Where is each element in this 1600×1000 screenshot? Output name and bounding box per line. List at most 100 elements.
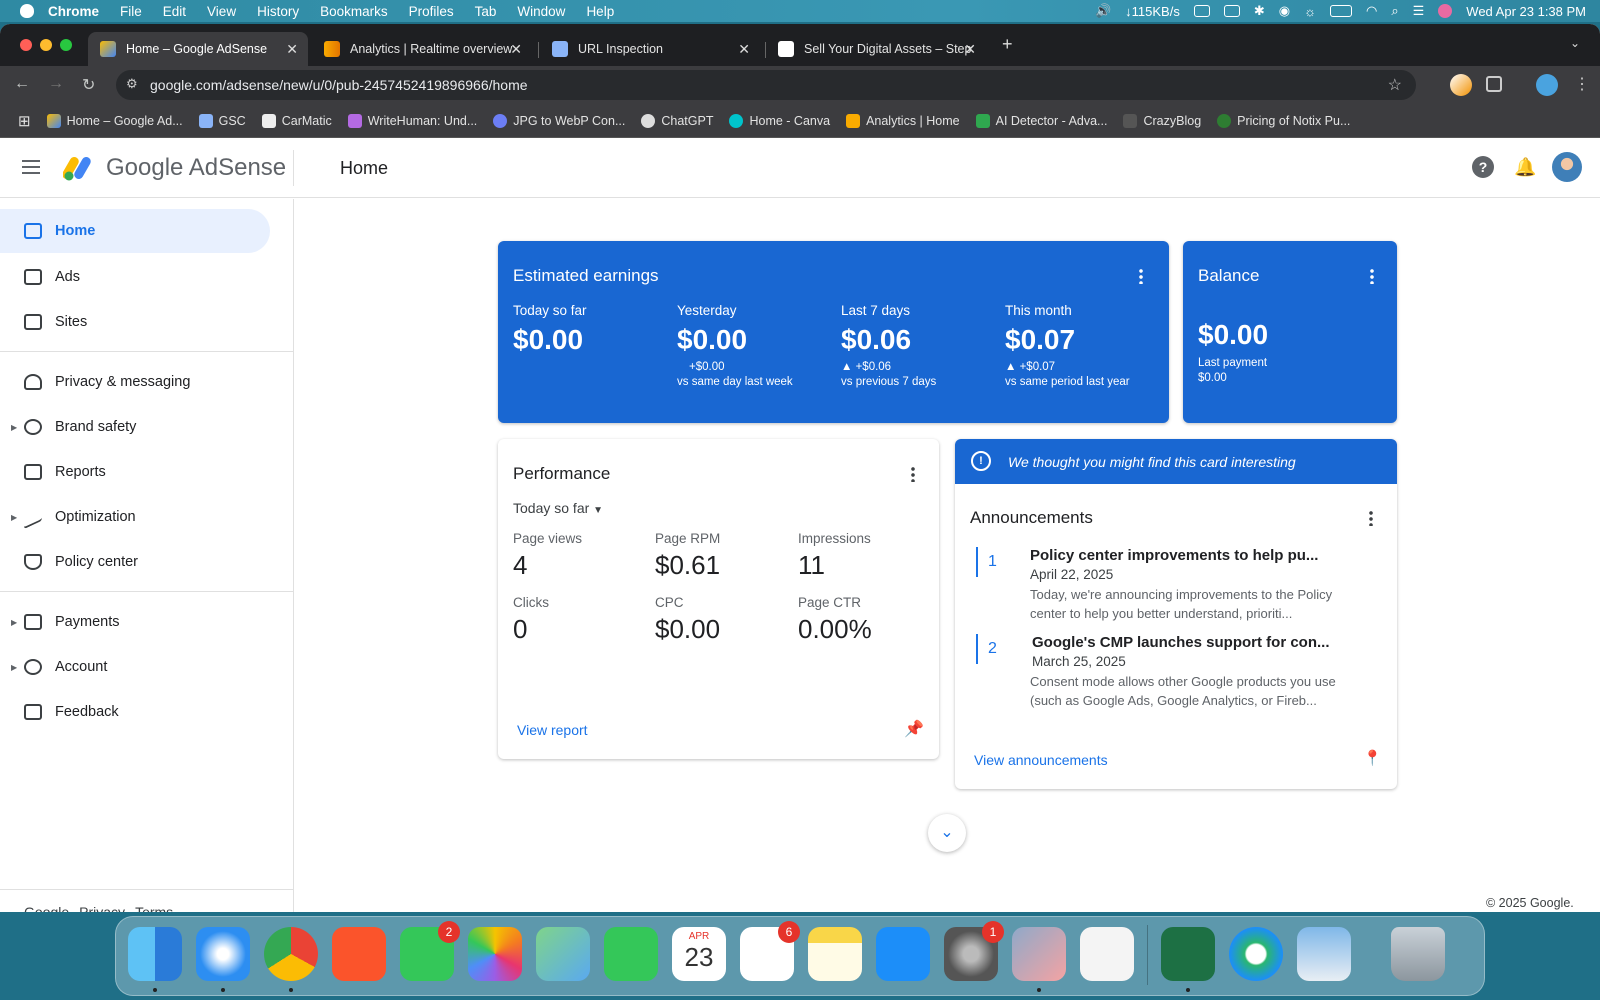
excel-icon[interactable] (1161, 927, 1215, 981)
find-my-icon[interactable] (1229, 927, 1283, 981)
finder-icon[interactable] (128, 927, 182, 981)
expand-arrow-icon[interactable]: ▶ (11, 423, 17, 432)
menu-bookmarks[interactable]: Bookmarks (320, 4, 388, 19)
siri-icon[interactable] (1438, 4, 1453, 18)
sidebar-item-home[interactable]: Home (0, 209, 270, 253)
site-info-icon[interactable]: ⚙ (126, 76, 138, 92)
iphone-mirroring-icon[interactable] (1012, 927, 1066, 981)
announcement-title[interactable]: Policy center improvements to help pu... (1030, 547, 1318, 564)
close-window-button[interactable] (20, 39, 32, 51)
trash-icon[interactable] (1391, 927, 1445, 981)
back-icon[interactable]: ← (14, 75, 30, 93)
photos-icon[interactable] (468, 927, 522, 981)
notifications-bell-icon[interactable]: 🔔 (1514, 156, 1536, 178)
close-tab-icon[interactable]: ✕ (738, 41, 750, 58)
chrome-menu-icon[interactable]: ⋮ (1574, 74, 1590, 94)
notes-icon[interactable] (808, 927, 862, 981)
announcement-title[interactable]: Google's CMP launches support for con... (1032, 634, 1330, 651)
more-options-icon[interactable] (1139, 268, 1143, 284)
sidebar-item-optimization[interactable]: ▶ Optimization (0, 495, 270, 539)
bookmark-item[interactable]: Pricing of Notix Pu... (1217, 113, 1350, 128)
forward-icon[interactable]: → (48, 75, 64, 93)
textedit-icon[interactable] (1080, 927, 1134, 981)
wifi-icon[interactable]: ◠ (1366, 3, 1377, 19)
chrome-icon[interactable] (264, 927, 318, 981)
more-options-icon[interactable] (1369, 510, 1373, 526)
zoom-window-button[interactable] (60, 39, 72, 51)
sidebar-item-privacy-messaging[interactable]: Privacy & messaging (0, 360, 270, 404)
maps-icon[interactable] (536, 927, 590, 981)
sidebar-item-policy-center[interactable]: Policy center (0, 540, 270, 584)
help-icon[interactable]: ? (1472, 156, 1494, 178)
more-options-icon[interactable] (1370, 268, 1374, 284)
bookmark-item[interactable]: Home - Canva (729, 113, 830, 128)
bookmark-item[interactable]: GSC (198, 113, 246, 128)
sidebar-item-feedback[interactable]: Feedback (0, 690, 270, 734)
bookmark-item[interactable]: AI Detector - Adva... (975, 113, 1107, 128)
keyboard-icon[interactable] (1223, 5, 1240, 17)
bookmark-item[interactable]: Analytics | Home (846, 113, 960, 128)
battery-icon[interactable] (1330, 5, 1352, 17)
menu-hamburger-icon[interactable] (22, 160, 40, 174)
minimize-window-button[interactable] (40, 39, 52, 51)
terms-link[interactable]: Terms (135, 904, 173, 912)
tab-adsense-home[interactable]: Home – Google AdSense ✕ (88, 32, 308, 66)
bookmark-item[interactable]: JPG to WebP Con... (493, 113, 625, 128)
reload-icon[interactable]: ↻ (82, 75, 95, 95)
extension-icon[interactable] (1450, 74, 1472, 96)
close-tab-icon[interactable]: ✕ (510, 41, 522, 58)
menu-help[interactable]: Help (586, 4, 614, 19)
apple-icon[interactable] (20, 4, 34, 18)
tab-url-inspection[interactable]: URL Inspection ✕ (540, 32, 760, 66)
menu-file[interactable]: File (120, 4, 142, 19)
scroll-down-button[interactable]: ⌄ (928, 814, 966, 852)
preview-icon[interactable] (1297, 927, 1351, 981)
sidebar-item-reports[interactable]: Reports (0, 450, 270, 494)
close-tab-icon[interactable]: ✕ (964, 41, 976, 58)
bookmark-item[interactable]: WriteHuman: Und... (347, 113, 477, 128)
sidebar-item-payments[interactable]: ▶ Payments (0, 600, 270, 644)
menu-view[interactable]: View (207, 4, 236, 19)
close-tab-icon[interactable]: ✕ (286, 41, 298, 58)
spotlight-search-icon[interactable]: ⌕ (1391, 3, 1398, 19)
bluetooth-icon[interactable]: ✱ (1254, 3, 1265, 19)
menu-edit[interactable]: Edit (163, 4, 186, 19)
calendar-icon[interactable]: APR 23 (672, 927, 726, 981)
tab-sell-digital-assets[interactable]: Sell Your Digital Assets – Step ✕ (766, 32, 986, 66)
apps-grid-icon[interactable]: ⊞ (18, 112, 31, 130)
app-store-icon[interactable] (876, 927, 930, 981)
menu-clock[interactable]: Wed Apr 23 1:38 PM (1466, 4, 1586, 19)
view-report-link[interactable]: View report (517, 722, 588, 738)
brave-icon[interactable] (332, 927, 386, 981)
pin-outline-icon[interactable]: 📍 (1363, 749, 1382, 767)
expand-arrow-icon[interactable]: ▶ (11, 663, 17, 672)
bookmark-item[interactable]: CrazyBlog (1123, 113, 1201, 128)
address-bar[interactable]: ⚙ google.com/adsense/new/u/0/pub-2457452… (116, 70, 1416, 100)
menu-profiles[interactable]: Profiles (409, 4, 454, 19)
facetime-icon[interactable] (604, 927, 658, 981)
bookmark-item[interactable]: Home – Google Ad... (46, 113, 183, 128)
menu-history[interactable]: History (257, 4, 299, 19)
sidebar-item-account[interactable]: ▶ Account (0, 645, 270, 689)
account-avatar[interactable] (1552, 152, 1582, 182)
profile-avatar-icon[interactable] (1536, 74, 1558, 96)
volume-icon[interactable]: 🔊 (1095, 3, 1111, 19)
more-options-icon[interactable] (911, 466, 915, 482)
privacy-link[interactable]: Privacy (79, 904, 125, 912)
bookmark-item[interactable]: CarMatic (261, 113, 332, 128)
sidebar-item-brand-safety[interactable]: ▶ Brand safety (0, 405, 270, 449)
extensions-puzzle-icon[interactable] (1486, 76, 1502, 92)
new-tab-icon[interactable]: + (1002, 34, 1013, 55)
expand-arrow-icon[interactable]: ▶ (11, 618, 17, 627)
date-range-dropdown[interactable]: Today so far ▼ (513, 500, 603, 516)
safari-icon[interactable] (196, 927, 250, 981)
messages-icon[interactable]: 2 (400, 921, 460, 981)
control-center-icon[interactable]: ☰ (1413, 3, 1425, 19)
menu-window[interactable]: Window (517, 4, 565, 19)
sidebar-item-sites[interactable]: Sites (0, 300, 270, 344)
expand-arrow-icon[interactable]: ▶ (11, 513, 17, 522)
display-icon[interactable] (1193, 5, 1210, 17)
bookmark-item[interactable]: ChatGPT (641, 113, 713, 128)
reminders-icon[interactable]: 6 (740, 921, 800, 981)
menu-app-name[interactable]: Chrome (48, 4, 99, 19)
